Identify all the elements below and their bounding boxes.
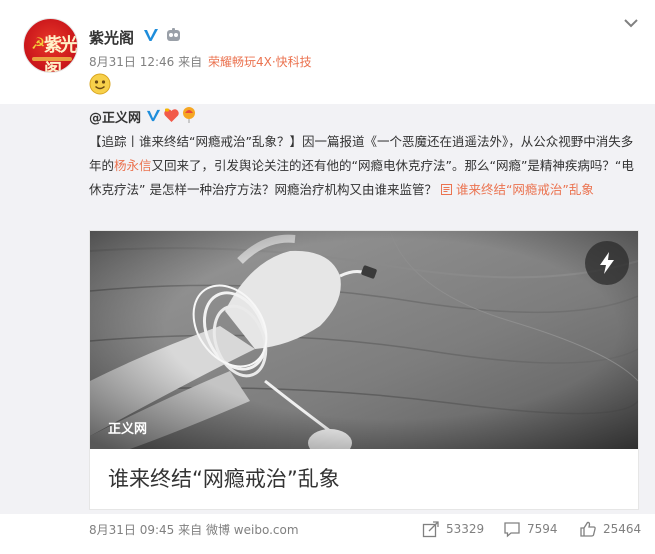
article-link[interactable]: 谁来终结“网瘾戒治”乱象: [440, 182, 594, 197]
repost-source[interactable]: 微博 weibo.com: [206, 523, 299, 537]
image-watermark: 正义网: [108, 422, 148, 437]
verified-v-icon[interactable]: [146, 108, 161, 123]
repost-time[interactable]: 8月31日 09:45: [89, 523, 174, 537]
article-icon: [440, 184, 452, 195]
member-badge-icon[interactable]: [166, 27, 181, 42]
repost-author-mention[interactable]: @正义网: [89, 107, 141, 126]
share-button[interactable]: 53329: [422, 517, 484, 541]
post-header: ☭ 紫光阁 紫光阁 8月31日 12:46 来自 荣耀畅玩4X·快科技: [0, 0, 655, 104]
repost-meta: 8月31日 09:45 来自 微博 weibo.com: [89, 521, 299, 538]
like-button[interactable]: 25464: [579, 517, 641, 541]
article-link-label[interactable]: 谁来终结“网瘾戒治”乱象: [456, 182, 594, 197]
post-time[interactable]: 8月31日 12:46: [89, 55, 174, 69]
post-source[interactable]: 荣耀畅玩4X·快科技: [208, 55, 312, 69]
share-icon: [422, 521, 439, 538]
share-count: 53329: [446, 522, 485, 536]
comment-button[interactable]: 7594: [503, 517, 558, 541]
avatar-logo-text: 紫光阁: [44, 35, 77, 73]
article-card-title[interactable]: 谁来终结“网瘾戒治”乱象: [108, 463, 340, 493]
headline-flash-button[interactable]: [585, 241, 629, 285]
comment-icon: [504, 522, 520, 538]
balloon-badge-icon[interactable]: [182, 107, 196, 123]
post-meta: 8月31日 12:46 来自 荣耀畅玩4X·快科技: [89, 53, 312, 70]
chevron-down-icon[interactable]: [623, 17, 639, 29]
from-label: 来自: [178, 55, 203, 69]
avatar-decoration: [32, 57, 72, 61]
heart-badge-icon[interactable]: [163, 108, 180, 123]
thumbs-up-icon: [580, 521, 596, 537]
cover-photo-illustration: [90, 231, 638, 449]
article-card[interactable]: 正义网 谁来终结“网瘾戒治”乱象: [89, 230, 639, 510]
smiling-face-emoji-icon: [89, 73, 111, 95]
comment-count: 7594: [527, 522, 558, 536]
from-label: 来自: [178, 523, 203, 537]
article-cover-image[interactable]: 正义网: [90, 231, 638, 449]
repost-text: 【追踪丨谁来终结“网瘾戒治”乱象？】因一篇报道《一个恶魔还在逍遥法外》，从公众视…: [89, 130, 639, 202]
lightning-icon: [600, 252, 614, 274]
verified-v-icon[interactable]: [143, 27, 159, 43]
author-name[interactable]: 紫光阁: [89, 27, 134, 48]
author-avatar[interactable]: ☭ 紫光阁: [23, 18, 78, 73]
mention-highlight-name[interactable]: 杨永信: [114, 158, 152, 173]
like-count: 25464: [603, 522, 642, 536]
